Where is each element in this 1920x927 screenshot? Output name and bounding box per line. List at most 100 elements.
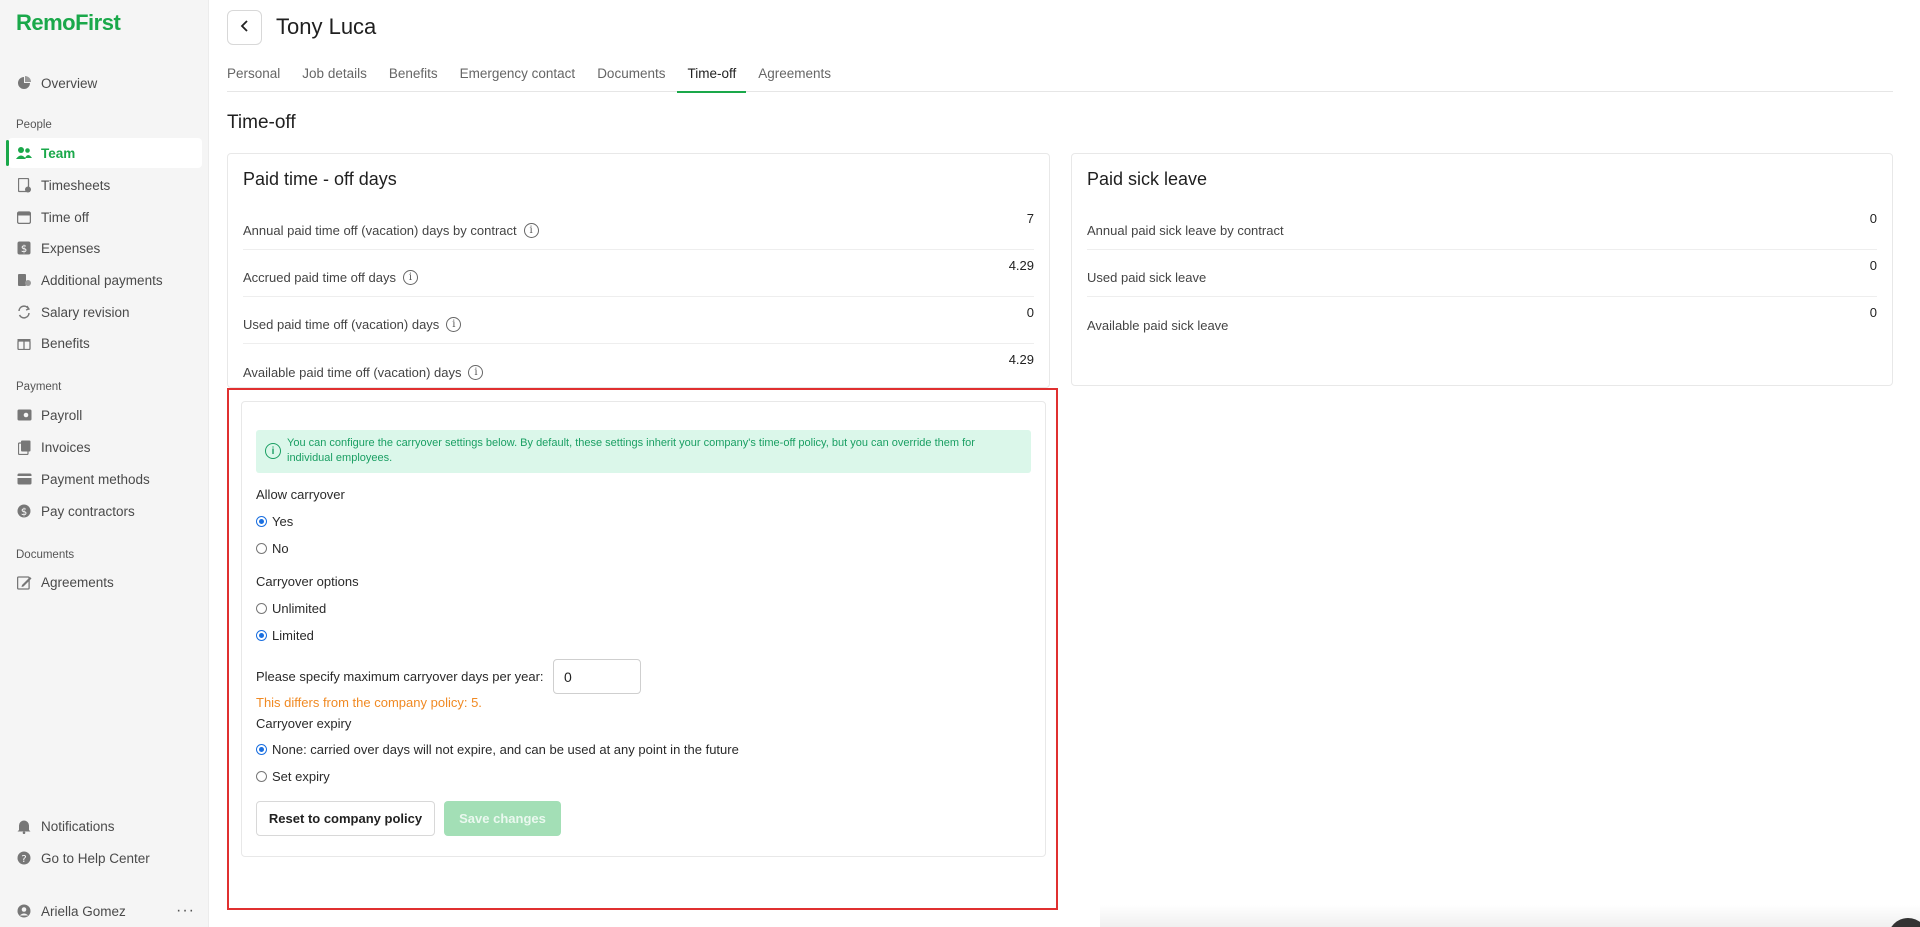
tab-emergency-contact[interactable]: Emergency contact	[460, 58, 586, 92]
page-title: Tony Luca	[276, 14, 377, 39]
radio-unselected-icon	[256, 542, 267, 554]
sidebar-item-label: Payroll	[41, 407, 83, 423]
sick-row-label: Annual paid sick leave by contract	[1087, 223, 1284, 238]
radio-label: No	[272, 540, 289, 556]
gift-icon	[16, 335, 32, 351]
info-icon[interactable]: i	[402, 270, 418, 285]
remofirst-logo[interactable]: RemoFirst	[16, 10, 121, 36]
sidebar-item-label: Additional payments	[41, 272, 163, 288]
timesheet-icon	[16, 177, 32, 193]
sidebar-item-overview[interactable]: Overview	[8, 68, 202, 98]
back-button[interactable]	[227, 10, 262, 45]
edit-document-icon	[16, 574, 32, 590]
sidebar-item-benefits[interactable]: Benefits	[8, 328, 202, 358]
radio-allow-yes[interactable]: Yes	[256, 512, 293, 530]
sidebar-item-timesheets[interactable]: Timesheets	[8, 170, 202, 200]
sidebar-item-team[interactable]: Team	[6, 138, 202, 168]
pto-card-title: Paid time - off days	[243, 169, 397, 189]
sick-row: Available paid sick leave 0	[1087, 297, 1877, 344]
bell-icon	[16, 818, 32, 834]
info-banner: i You can configure the carryover settin…	[256, 430, 1031, 473]
sick-row-value: 0	[1869, 305, 1877, 320]
info-circle-icon: i	[265, 443, 281, 459]
sidebar-item-invoices[interactable]: Invoices	[8, 432, 202, 462]
max-carryover-days-input[interactable]	[553, 659, 641, 694]
radio-label: Unlimited	[272, 600, 327, 616]
refresh-icon	[16, 304, 32, 320]
pto-row-label: Available paid time off (vacation) days	[243, 365, 462, 380]
save-changes-button[interactable]: Save changes	[444, 801, 561, 836]
sidebar-item-time-off[interactable]: Time off	[8, 202, 202, 232]
tab-benefits[interactable]: Benefits	[389, 58, 448, 92]
tab-personal[interactable]: Personal	[227, 58, 290, 92]
sidebar-section-people: People	[16, 119, 52, 131]
payroll-icon	[16, 407, 32, 423]
radio-option-limited[interactable]: Limited	[256, 626, 314, 644]
sidebar-item-label: Salary revision	[41, 304, 130, 320]
sick-leave-card: Paid sick leave Annual paid sick leave b…	[1071, 153, 1893, 386]
sidebar-item-label: Time off	[41, 209, 90, 225]
sidebar-item-label: Go to Help Center	[41, 850, 150, 866]
sidebar-item-payment-methods[interactable]: Payment methods	[8, 464, 202, 494]
reset-to-company-policy-button[interactable]: Reset to company policy	[256, 801, 435, 836]
radio-label: Yes	[272, 513, 294, 529]
more-options-icon[interactable]: ···	[176, 902, 195, 920]
carryover-options-label: Carryover options	[256, 574, 359, 589]
policy-difference-warning: This differs from the company policy: 5.	[256, 695, 482, 710]
radio-option-unlimited[interactable]: Unlimited	[256, 599, 326, 617]
radio-expiry-none[interactable]: None: carried over days will not expire,…	[256, 740, 739, 758]
radio-unselected-icon	[256, 770, 267, 782]
radio-label: None: carried over days will not expire,…	[272, 741, 739, 757]
sidebar-item-label: Invoices	[41, 439, 91, 455]
sidebar-item-label: Expenses	[41, 240, 101, 256]
radio-expiry-set[interactable]: Set expiry	[256, 767, 330, 785]
calendar-icon	[16, 209, 32, 225]
sidebar-user[interactable]: Ariella Gomez	[8, 896, 202, 926]
tab-job-details[interactable]: Job details	[302, 58, 377, 92]
credit-card-icon	[16, 471, 32, 487]
info-icon[interactable]: i	[468, 365, 484, 380]
expenses-icon: $	[16, 240, 32, 256]
sidebar-item-pay-contractors[interactable]: $ Pay contractors	[8, 496, 202, 526]
additional-payments-icon	[16, 272, 32, 288]
radio-label: Set expiry	[272, 768, 330, 784]
radio-selected-icon	[256, 629, 267, 641]
sidebar-item-payroll[interactable]: Payroll	[8, 400, 202, 430]
tab-agreements[interactable]: Agreements	[758, 58, 841, 92]
radio-allow-no[interactable]: No	[256, 539, 289, 557]
max-carryover-label: Please specify maximum carryover days pe…	[256, 669, 544, 684]
sidebar-item-expenses[interactable]: $ Expenses	[8, 233, 202, 263]
sidebar-item-label: Payment methods	[41, 471, 150, 487]
sidebar-item-salary-revision[interactable]: Salary revision	[8, 297, 202, 327]
sick-row: Annual paid sick leave by contract 0	[1087, 203, 1877, 250]
sick-row: Used paid sick leave 0	[1087, 250, 1877, 297]
pto-row-value: 4.29	[1008, 352, 1034, 367]
sidebar-item-agreements[interactable]: Agreements	[8, 567, 202, 597]
dollar-circle-icon: $	[16, 503, 32, 519]
sidebar-item-label: Team	[41, 145, 76, 161]
radio-selected-icon	[256, 743, 267, 755]
users-icon	[16, 145, 32, 161]
info-icon[interactable]: i	[446, 317, 462, 332]
sidebar-item-help-center[interactable]: ? Go to Help Center	[8, 843, 202, 873]
sick-row-label: Available paid sick leave	[1087, 318, 1229, 333]
pto-card: Paid time - off days Annual paid time of…	[227, 153, 1050, 388]
user-name: Ariella Gomez	[41, 903, 126, 919]
info-icon[interactable]: i	[523, 223, 539, 238]
pto-row: Available paid time off (vacation) days i…	[243, 344, 1034, 391]
sidebar-item-notifications[interactable]: Notifications	[8, 811, 202, 841]
info-banner-text: You can configure the carryover settings…	[287, 437, 975, 464]
sidebar-item-additional-payments[interactable]: Additional payments	[8, 265, 202, 295]
tab-documents[interactable]: Documents	[597, 58, 675, 92]
pto-row-label: Annual paid time off (vacation) days by …	[243, 223, 517, 238]
sidebar: RemoFirst Overview People Team Timesheet…	[0, 0, 209, 927]
svg-text:?: ?	[21, 854, 26, 865]
profile-tabs: Personal Job details Benefits Emergency …	[227, 58, 1893, 93]
pto-row-label: Accrued paid time off days	[243, 270, 396, 285]
tab-time-off[interactable]: Time-off	[677, 58, 747, 93]
sick-row-value: 0	[1869, 258, 1877, 273]
pto-row-label: Used paid time off (vacation) days	[243, 317, 440, 332]
radio-selected-icon	[256, 515, 267, 527]
sidebar-item-label: Timesheets	[41, 177, 111, 193]
sidebar-item-label: Notifications	[41, 818, 115, 834]
